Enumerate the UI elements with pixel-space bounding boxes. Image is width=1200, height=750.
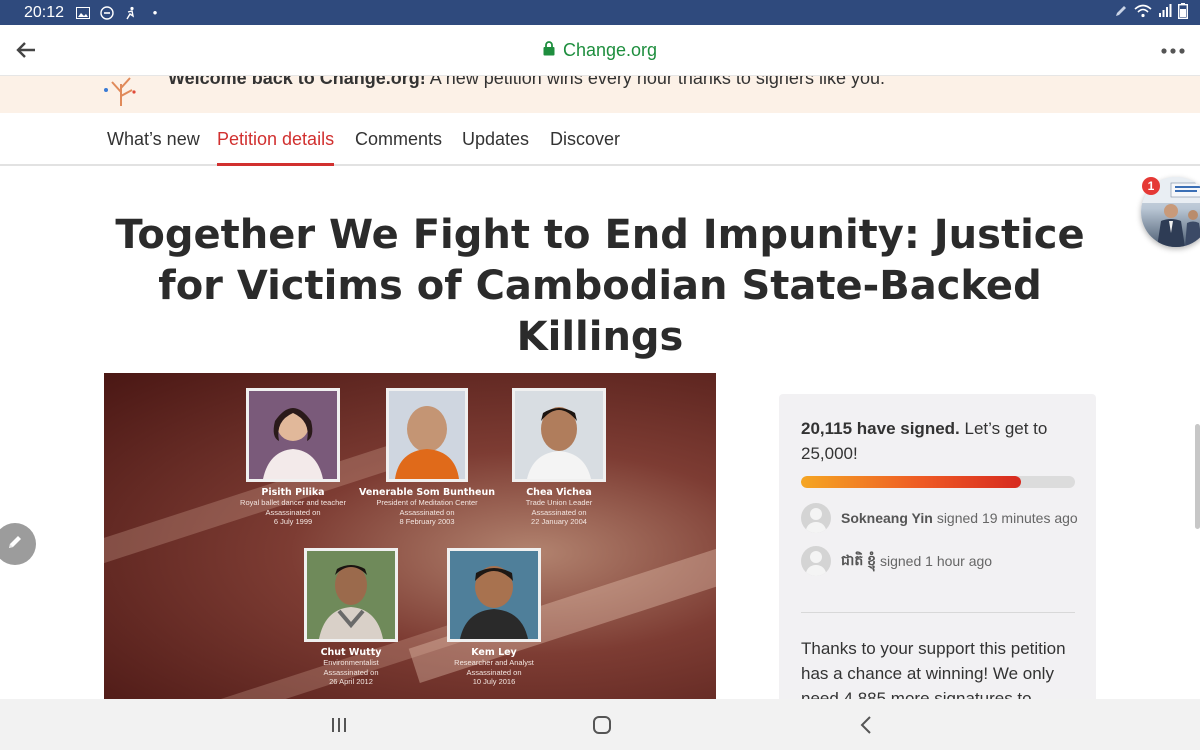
lock-icon [543, 40, 555, 61]
change-org-logo [94, 76, 148, 108]
signature-progress-fill [801, 476, 1022, 488]
home-icon[interactable] [589, 713, 615, 737]
activity-icon [122, 4, 140, 22]
pencil-icon [5, 532, 25, 557]
welcome-bold: Welcome back to Change.org! [168, 76, 426, 88]
victim-name: Chea Vichea [526, 487, 592, 498]
victim-photo [512, 388, 606, 482]
petition-tabs: What’s new Petition details Comments Upd… [0, 113, 1200, 166]
victim-assassinated-label: Assassinated on [466, 667, 522, 677]
signer-name: Sokneang Yin [841, 510, 933, 526]
petition-title: Together We Fight to End Impunity: Justi… [115, 212, 1085, 360]
status-time: 20:12 [24, 3, 65, 21]
victim-assassinated-label: Assassinated on [531, 507, 587, 517]
back-arrow-icon[interactable] [14, 38, 38, 62]
victim-photo [246, 388, 340, 482]
pen-icon [1114, 4, 1128, 21]
signature-panel: 20,115 have signed. Let’s get to 25,000!… [779, 394, 1096, 714]
victim-photo [304, 548, 398, 642]
victim-photo [447, 548, 541, 642]
user-avatar-icon [801, 503, 831, 533]
signature-count: 20,115 have signed. Let’s get to 25,000! [801, 416, 1071, 466]
wifi-icon [1134, 4, 1152, 21]
notification-badge: 1 [1142, 177, 1160, 195]
tab-whats-new[interactable]: What’s new [107, 129, 200, 150]
signal-icon [1158, 4, 1172, 21]
victim-card: Chea Vichea Trade Union Leader Assassina… [484, 388, 634, 527]
victim-role: Trade Union Leader [525, 498, 593, 507]
victim-date: 10 July 2016 [472, 677, 516, 686]
system-nav-bar [0, 699, 1200, 750]
divider [801, 612, 1075, 613]
tab-discover[interactable]: Discover [550, 129, 620, 150]
recent-signer: ជាតិ ខ្ញុំ signed 1 hour ago [801, 546, 992, 576]
browser-toolbar: Change.org [0, 25, 1200, 76]
edit-button[interactable] [0, 523, 36, 565]
petition-image: Pisith Pilika Royal ballet dancer and te… [104, 373, 716, 700]
welcome-text: Welcome back to Change.org! A new petiti… [168, 76, 885, 89]
nav-back-icon[interactable] [853, 713, 879, 737]
address-bar[interactable]: Change.org [543, 40, 657, 61]
victim-date: 22 January 2004 [531, 517, 587, 526]
url-text: Change.org [562, 39, 658, 60]
do-not-disturb-icon [98, 4, 116, 22]
signer-action: signed 1 hour ago [880, 553, 993, 569]
signature-progress-bar [801, 476, 1075, 488]
status-bar: 20:12 • [0, 0, 1200, 25]
tab-petition-details[interactable]: Petition details [217, 129, 335, 166]
victim-card: Kem Ley Researcher and Analyst Assassina… [404, 548, 584, 687]
recent-apps-icon[interactable] [326, 713, 352, 737]
gallery-icon [74, 4, 92, 22]
more-options-icon[interactable] [1160, 39, 1186, 63]
victim-photo [386, 388, 468, 482]
victim-role: Researcher and Analyst [454, 658, 534, 667]
welcome-banner: Welcome back to Change.org! A new petiti… [0, 76, 1200, 113]
signer-name: ជាតិ ខ្ញុំ [841, 551, 876, 568]
welcome-message: A new petition wins every hour thanks to… [429, 76, 885, 88]
tab-updates[interactable]: Updates [462, 129, 529, 150]
signer-action: signed 19 minutes ago [936, 510, 1078, 526]
dot-icon: • [152, 5, 158, 20]
user-avatar-icon [801, 546, 831, 576]
battery-icon [1177, 3, 1189, 22]
tab-comments[interactable]: Comments [355, 129, 442, 150]
recent-signer: Sokneang Yin signed 19 minutes ago [801, 503, 1078, 533]
signature-count-value: 20,115 have signed. [801, 419, 960, 438]
scrollbar[interactable] [1195, 424, 1200, 529]
victim-name: Kem Ley [471, 647, 517, 658]
